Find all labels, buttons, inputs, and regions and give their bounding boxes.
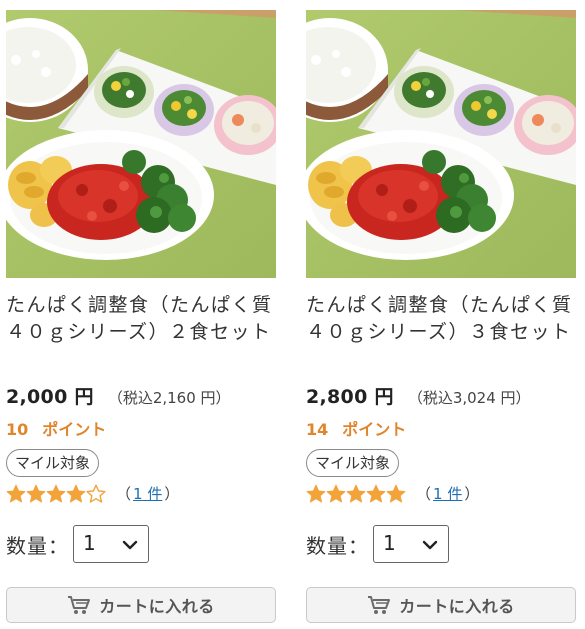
- quantity-value: 1: [383, 531, 396, 555]
- add-to-cart-button[interactable]: カートに入れる: [306, 587, 576, 623]
- product-image[interactable]: [6, 10, 276, 278]
- mile-eligible-badge: マイル対象: [6, 449, 100, 477]
- quantity-select[interactable]: 1: [73, 525, 149, 563]
- review-count: （1 件）: [116, 483, 179, 504]
- price-row: 2,000 円 （税込2,160 円）: [6, 382, 231, 409]
- points-value: 14: [306, 420, 329, 439]
- points-label: ポイント: [342, 420, 407, 439]
- star-filled-icon: [346, 484, 366, 502]
- add-to-cart-label: カートに入れる: [99, 597, 215, 616]
- product-card: たんぱく調整食（たんぱく質４０ｇシリーズ）３食セット 2,800 円 （税込3,…: [306, 0, 578, 629]
- rating-row: （1 件）: [6, 483, 179, 504]
- star-filled-icon: [66, 484, 86, 502]
- review-close-paren: ）: [164, 485, 180, 503]
- star-filled-icon: [306, 484, 326, 502]
- review-count-link[interactable]: 1 件: [133, 485, 162, 503]
- quantity-row: 数量： 1: [6, 525, 149, 563]
- cart-icon: [368, 596, 391, 614]
- chevron-down-icon: [122, 540, 138, 550]
- points-info: 14 ポイント: [306, 416, 406, 440]
- review-open-paren: （: [116, 485, 132, 503]
- product-card: たんぱく調整食（たんぱく質４０ｇシリーズ）２食セット 2,000 円 （税込2,…: [6, 0, 278, 629]
- tax-included-price: （税込3,024 円）: [407, 389, 531, 407]
- star-filled-icon: [6, 484, 26, 502]
- add-to-cart-label: カートに入れる: [399, 597, 515, 616]
- star-empty-icon: [86, 484, 106, 503]
- review-open-paren: （: [416, 485, 432, 503]
- star-rating: [6, 484, 106, 504]
- quantity-select[interactable]: 1: [373, 525, 449, 563]
- product-price: 2,800 円: [306, 386, 394, 408]
- star-filled-icon: [366, 484, 386, 502]
- product-title[interactable]: たんぱく調整食（たんぱく質４０ｇシリーズ）２食セット: [6, 292, 274, 346]
- points-info: 10 ポイント: [6, 416, 106, 440]
- mile-eligible-badge: マイル対象: [306, 449, 400, 477]
- star-filled-icon: [326, 484, 346, 502]
- points-label: ポイント: [42, 420, 107, 439]
- product-price: 2,000 円: [6, 386, 94, 408]
- review-count-link[interactable]: 1 件: [433, 485, 462, 503]
- quantity-label: 数量：: [6, 533, 69, 558]
- star-filled-icon: [26, 484, 46, 502]
- price-row: 2,800 円 （税込3,024 円）: [306, 382, 531, 409]
- rating-row: （1 件）: [306, 483, 479, 504]
- product-title[interactable]: たんぱく調整食（たんぱく質４０ｇシリーズ）３食セット: [306, 292, 574, 346]
- review-close-paren: ）: [464, 485, 480, 503]
- star-rating: [306, 484, 406, 504]
- quantity-row: 数量： 1: [306, 525, 449, 563]
- review-count: （1 件）: [416, 483, 479, 504]
- tax-included-price: （税込2,160 円）: [107, 389, 231, 407]
- quantity-label: 数量：: [306, 533, 369, 558]
- cart-icon: [68, 596, 91, 614]
- chevron-down-icon: [422, 540, 438, 550]
- add-to-cart-button[interactable]: カートに入れる: [6, 587, 276, 623]
- star-filled-icon: [386, 484, 406, 502]
- product-image[interactable]: [306, 10, 576, 278]
- quantity-value: 1: [83, 531, 96, 555]
- star-filled-icon: [46, 484, 66, 502]
- points-value: 10: [6, 420, 29, 439]
